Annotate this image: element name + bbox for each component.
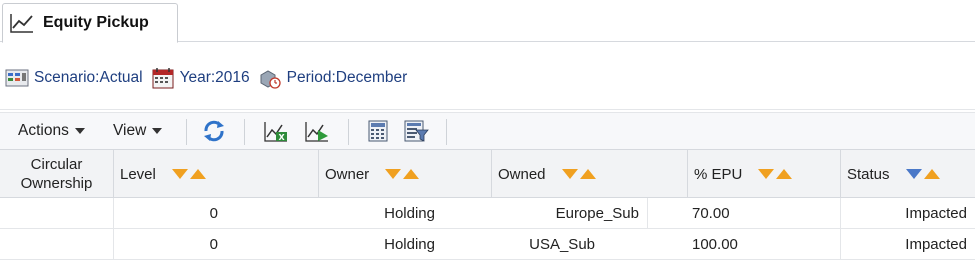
sort-ascending-icon[interactable] xyxy=(403,169,420,179)
calculator-icon xyxy=(368,120,388,142)
tab-label: Equity Pickup xyxy=(43,14,149,31)
cell-owned: Europe_Sub xyxy=(443,198,648,229)
sort-ascending-icon[interactable] xyxy=(776,169,793,179)
view-menu-label: View xyxy=(113,122,147,139)
calculator-button[interactable] xyxy=(364,118,392,144)
export-button[interactable]: X xyxy=(262,118,290,144)
refresh-button[interactable] xyxy=(200,118,228,144)
run-button[interactable] xyxy=(303,118,331,144)
actions-menu-label: Actions xyxy=(18,122,69,139)
cell-owner: Holding xyxy=(384,205,435,222)
cell-level: 0 xyxy=(209,236,218,253)
cell-status: Impacted xyxy=(905,236,967,253)
sort-descending-icon[interactable] xyxy=(561,169,578,179)
cell-owned: USA_Sub xyxy=(529,236,595,253)
toolbar-divider xyxy=(244,119,245,145)
calendar-icon xyxy=(152,68,174,89)
tab-equity-pickup[interactable]: Equity Pickup xyxy=(2,3,178,43)
run-calc-icon xyxy=(305,122,328,142)
col-header-owner[interactable]: Owner xyxy=(319,150,492,198)
cell-epu: 70.00 xyxy=(688,198,841,229)
sort-ascending-icon[interactable] xyxy=(923,169,940,179)
sort-descending-icon[interactable] xyxy=(385,169,402,179)
col-header-epu[interactable]: % EPU xyxy=(688,150,841,198)
pov-year-label: Year:2016 xyxy=(179,69,250,86)
pov-year[interactable]: Year:2016 xyxy=(151,67,250,89)
toolbar-divider xyxy=(446,119,447,145)
col-header-label: Circular Ownership xyxy=(20,156,93,192)
tab-bar: Equity Pickup xyxy=(0,0,975,43)
filter-form-icon xyxy=(404,120,429,142)
table-row[interactable]: 0 Holding USA_Sub 100.00 Impacted xyxy=(0,229,975,260)
cell-circular xyxy=(0,229,114,260)
col-header-owned[interactable]: Owned xyxy=(492,150,688,198)
view-menu[interactable]: View xyxy=(113,113,163,149)
svg-text:X: X xyxy=(279,133,286,142)
period-icon xyxy=(260,70,281,89)
sort-controls xyxy=(561,169,596,179)
col-header-label: Status xyxy=(847,165,890,183)
sort-ascending-icon[interactable] xyxy=(189,169,206,179)
col-header-status[interactable]: Status xyxy=(841,150,975,198)
sort-controls xyxy=(758,169,793,179)
cell-status: Impacted xyxy=(905,205,967,222)
toolbar-divider xyxy=(186,119,187,145)
sort-controls xyxy=(171,169,206,179)
export-excel-icon: X xyxy=(264,122,287,142)
refresh-icon xyxy=(204,120,224,142)
col-header-label: % EPU xyxy=(694,165,743,183)
toolbar-divider xyxy=(348,119,349,145)
cell-circular xyxy=(0,198,114,229)
pov-bar: Scenario:Actual Year:2016 Period:Decembe… xyxy=(0,64,415,92)
filter-button[interactable] xyxy=(402,118,430,144)
pov-period[interactable]: Period:December xyxy=(258,67,408,89)
col-header-label: Owned xyxy=(498,165,546,183)
toolbar: Actions View X xyxy=(0,112,975,150)
pov-period-label: Period:December xyxy=(286,69,408,86)
cell-epu: 100.00 xyxy=(688,229,841,260)
chevron-down-icon xyxy=(74,128,85,134)
col-header-level[interactable]: Level xyxy=(114,150,319,198)
col-header-label: Level xyxy=(120,165,156,183)
line-chart-icon xyxy=(10,14,33,33)
cell-owner: Holding xyxy=(384,236,435,253)
sort-descending-icon[interactable] xyxy=(905,169,922,179)
col-header-circular-ownership: Circular Ownership xyxy=(0,150,114,198)
grid-header: Circular Ownership Level Owner Owned % E xyxy=(0,150,975,198)
sort-controls xyxy=(905,169,940,179)
divider xyxy=(0,109,975,110)
col-header-label: Owner xyxy=(325,165,370,183)
cell-level: 0 xyxy=(209,205,218,222)
actions-menu[interactable]: Actions xyxy=(18,113,85,149)
pov-scenario[interactable]: Scenario:Actual xyxy=(5,67,143,89)
sort-descending-icon[interactable] xyxy=(171,169,188,179)
sort-ascending-icon[interactable] xyxy=(579,169,596,179)
pov-scenario-label: Scenario:Actual xyxy=(34,69,143,86)
scenario-icon xyxy=(5,69,29,87)
table-row[interactable]: 0 Holding Europe_Sub 70.00 Impacted xyxy=(0,198,975,229)
sort-controls xyxy=(385,169,420,179)
chevron-down-icon xyxy=(152,128,163,134)
sort-descending-icon[interactable] xyxy=(758,169,775,179)
